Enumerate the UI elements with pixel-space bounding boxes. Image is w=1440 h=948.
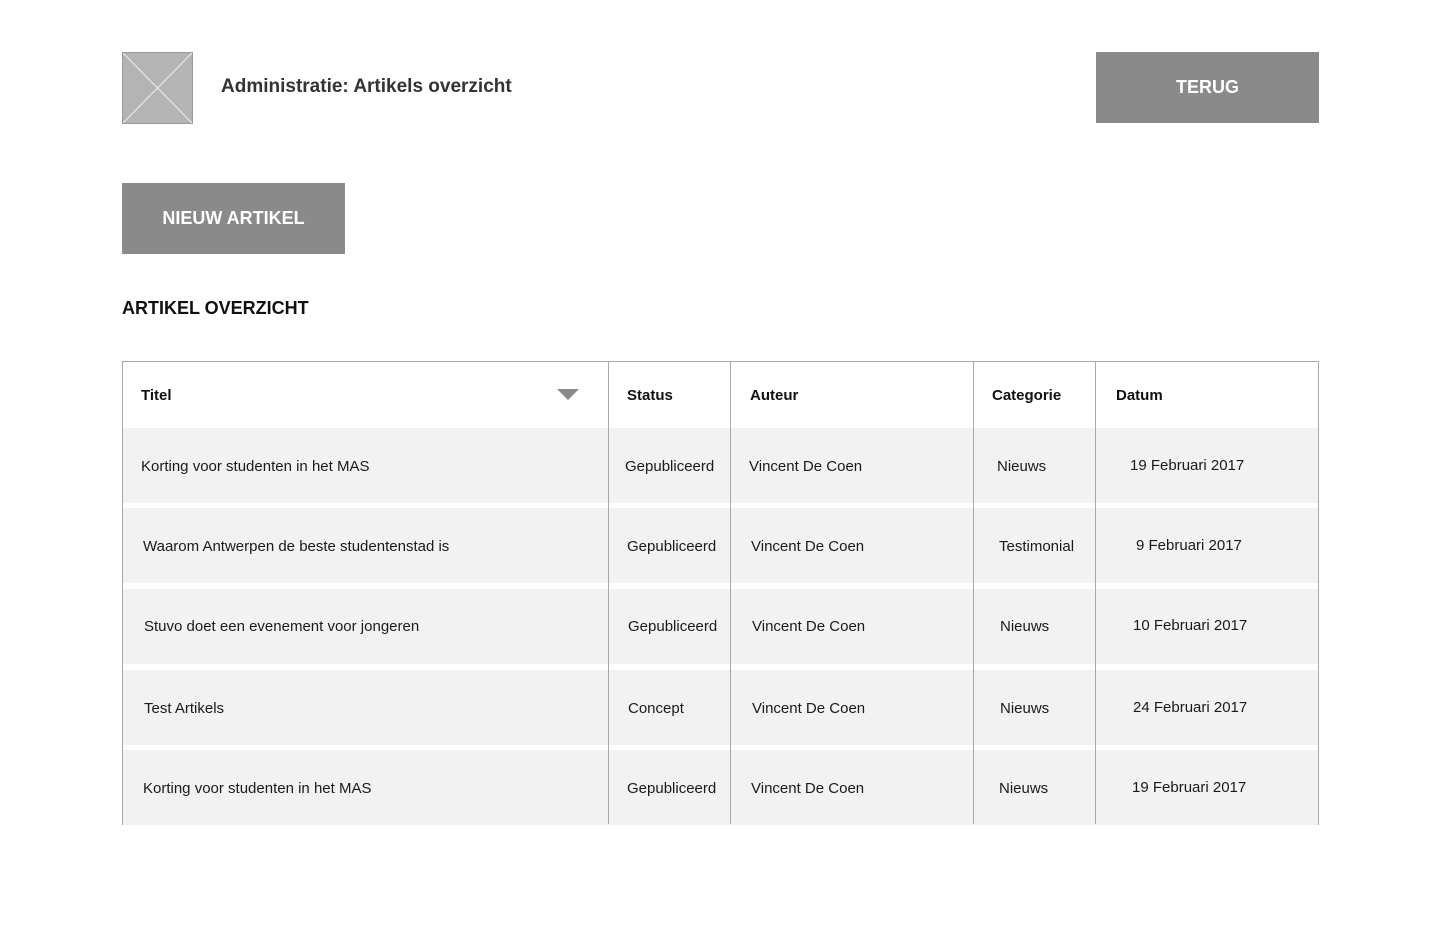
cell-titel: Test Artikels: [144, 700, 225, 717]
cell-titel: Korting voor studenten in het MAS: [141, 458, 370, 475]
cell-datum: 9 Februari 2017: [1136, 537, 1242, 554]
cell-datum: 19 Februari 2017: [1130, 457, 1245, 474]
cell-categorie: Testimonial: [999, 538, 1075, 555]
cell-datum: 10 Februari 2017: [1133, 617, 1248, 634]
cell-datum: 24 Februari 2017: [1133, 699, 1248, 716]
cell-datum: 19 Februari 2017: [1132, 779, 1247, 796]
cell-status: Gepubliceerd: [628, 618, 718, 635]
cell-titel: Korting voor studenten in het MAS: [143, 780, 372, 797]
column-divider: [608, 362, 609, 824]
cell-categorie: Nieuws: [997, 458, 1047, 475]
column-divider: [1095, 362, 1096, 824]
cell-status: Gepubliceerd: [625, 458, 715, 475]
cell-categorie: Nieuws: [1000, 700, 1050, 717]
column-divider: [730, 362, 731, 824]
cell-status: Concept: [628, 700, 684, 717]
column-header-status[interactable]: Status: [627, 387, 673, 404]
cell-status: Gepubliceerd: [627, 538, 717, 555]
table-row[interactable]: Korting voor studenten in het MAS Gepubl…: [123, 750, 1318, 825]
page-title: Administratie: Artikels overzicht: [221, 76, 512, 97]
table-header: Titel Status Auteur Categorie Datum: [123, 362, 1318, 428]
triangle-down-icon[interactable]: [557, 389, 579, 401]
column-divider: [973, 362, 974, 824]
table-row[interactable]: Test Artikels Concept Vincent De Coen Ni…: [123, 670, 1318, 745]
table-row[interactable]: Korting voor studenten in het MAS Gepubl…: [123, 428, 1318, 503]
section-title: ARTIKEL OVERZICHT: [122, 298, 309, 318]
new-article-button[interactable]: NIEUW ARTIKEL: [122, 183, 345, 254]
cell-auteur: Vincent De Coen: [751, 780, 865, 797]
column-header-datum[interactable]: Datum: [1116, 387, 1163, 404]
cell-categorie: Nieuws: [999, 780, 1049, 797]
logo-placeholder: [122, 52, 193, 124]
cell-auteur: Vincent De Coen: [749, 458, 863, 475]
column-header-titel[interactable]: Titel: [141, 387, 172, 404]
image-placeholder-icon: [123, 53, 192, 123]
table-row[interactable]: Waarom Antwerpen de beste studentenstad …: [123, 508, 1318, 583]
cell-auteur: Vincent De Coen: [752, 618, 866, 635]
cell-titel: Waarom Antwerpen de beste studentenstad …: [143, 538, 450, 555]
back-button[interactable]: TERUG: [1096, 52, 1319, 123]
table-row[interactable]: Stuvo doet een evenement voor jongeren G…: [123, 589, 1318, 664]
articles-table: Titel Status Auteur Categorie Datum Kort…: [122, 361, 1319, 825]
column-header-auteur[interactable]: Auteur: [750, 387, 798, 404]
cell-categorie: Nieuws: [1000, 618, 1050, 635]
column-header-categorie[interactable]: Categorie: [992, 387, 1061, 404]
cell-status: Gepubliceerd: [627, 780, 717, 797]
cell-auteur: Vincent De Coen: [751, 538, 865, 555]
cell-auteur: Vincent De Coen: [752, 700, 866, 717]
cell-titel: Stuvo doet een evenement voor jongeren: [144, 618, 420, 635]
